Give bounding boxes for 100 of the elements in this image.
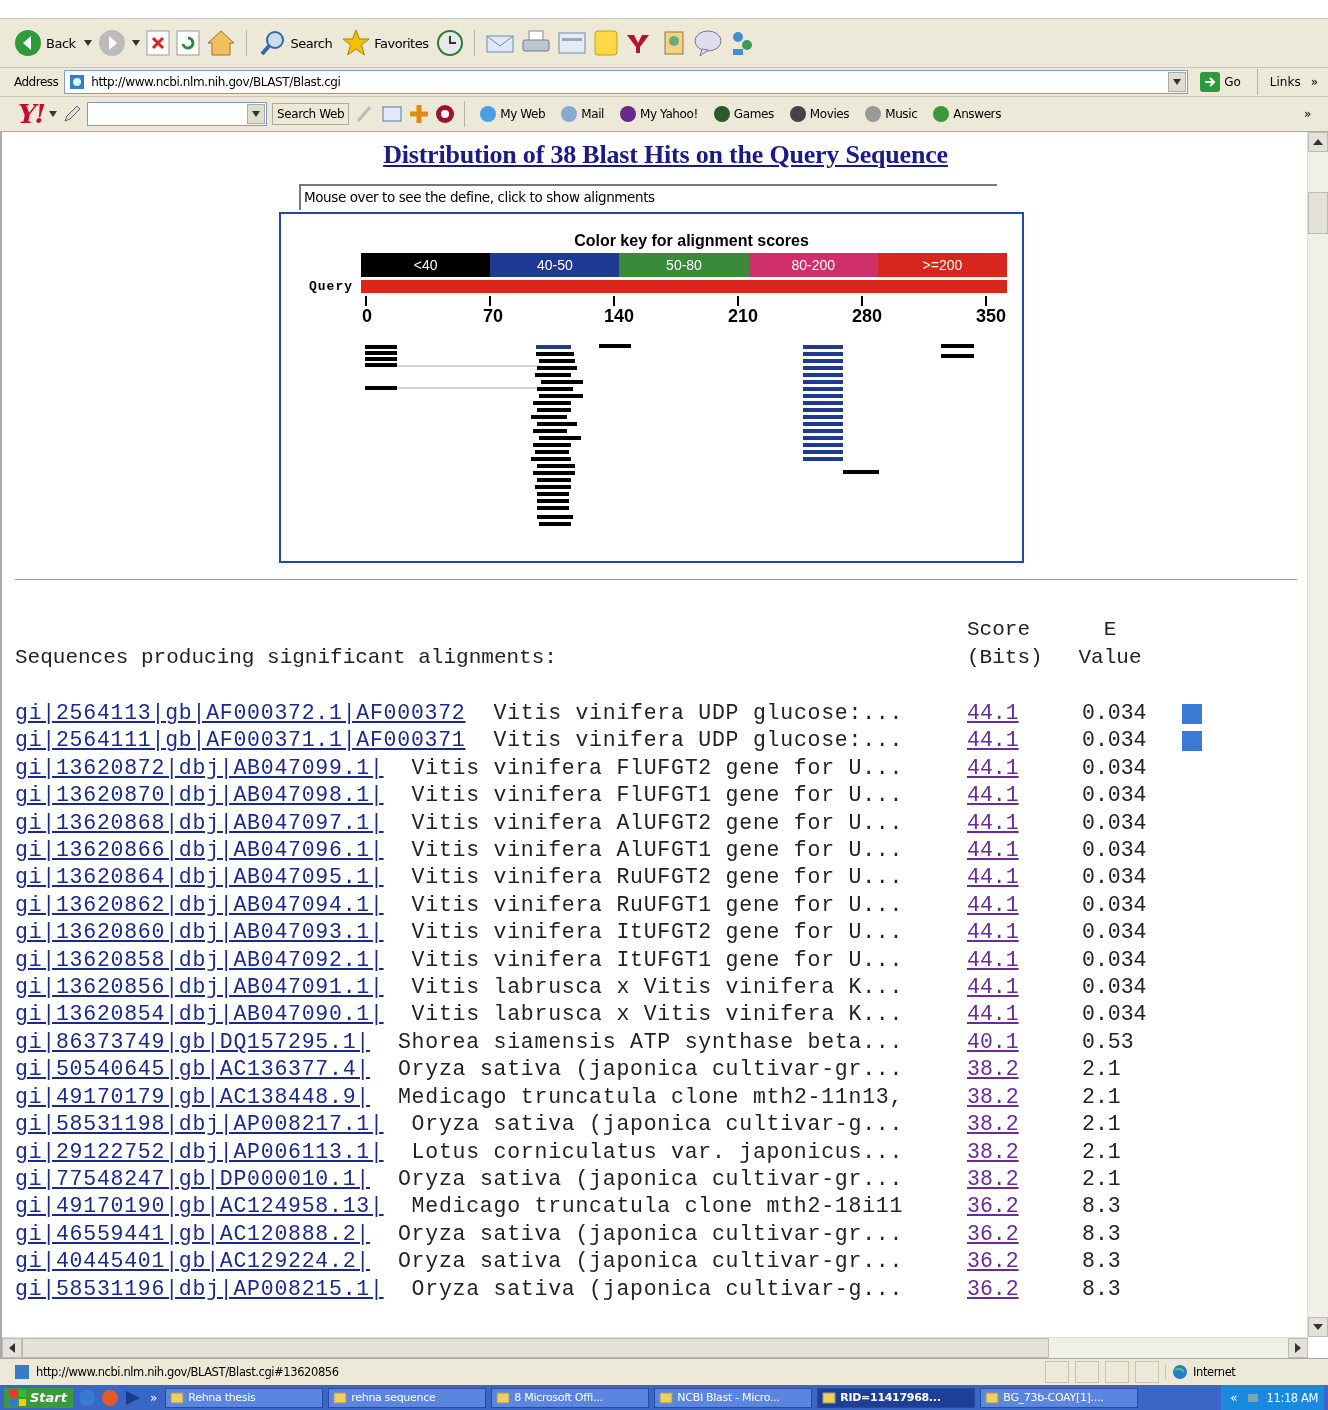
linkout-icon[interactable] xyxy=(1182,731,1202,752)
horizontal-scrollbar[interactable] xyxy=(2,1337,1308,1358)
sequence-id-link[interactable]: gi|13620870|dbj|AB047098.1| xyxy=(15,782,384,810)
favorites-button[interactable]: Favorites xyxy=(340,27,431,59)
vertical-scrollbar[interactable] xyxy=(1307,132,1328,1337)
tick-mark xyxy=(737,296,739,306)
sequence-id-link[interactable]: gi|50540645|gb|AC136377.4| xyxy=(15,1056,370,1084)
sequence-id-link[interactable]: gi|13620872|dbj|AB047099.1| xyxy=(15,754,384,783)
sequence-description: Vitis vinifera UDP glucose:... xyxy=(493,700,904,727)
sequence-id-link[interactable]: gi|58531198|dbj|AP008217.1| xyxy=(15,1111,384,1139)
score-link[interactable]: 44.1 xyxy=(967,700,1082,728)
sequence-id-link[interactable]: gi|13620860|dbj|AB047093.1| xyxy=(15,919,384,947)
sequence-id-link[interactable]: gi|13620858|dbj|AB047092.1| xyxy=(15,946,384,975)
score-link[interactable]: 44.1 xyxy=(967,919,1082,947)
score-link[interactable]: 44.1 xyxy=(967,837,1082,865)
score-link[interactable]: 44.1 xyxy=(967,891,1082,920)
search-field[interactable] xyxy=(87,102,267,126)
stop-icon[interactable] xyxy=(145,30,170,56)
tick-mark xyxy=(489,296,491,306)
sequence-id-link[interactable]: gi|49170179|gb|AC138448.9| xyxy=(15,1083,370,1112)
search-button[interactable]: Search xyxy=(256,27,335,59)
edit-icon[interactable] xyxy=(557,30,588,56)
back-button[interactable]: Back xyxy=(12,27,78,59)
sequence-id-link[interactable]: gi|13620862|dbj|AB047094.1| xyxy=(15,891,384,920)
axis-label: 350 xyxy=(976,306,1007,327)
window-icon[interactable] xyxy=(381,104,404,124)
taskbar-button[interactable]: RID=11417968... xyxy=(817,1387,976,1408)
yahoo-logo[interactable]: Y! xyxy=(18,99,44,129)
address-label: Address xyxy=(14,75,59,89)
sequence-id-link[interactable]: gi|49170190|gb|AC124958.13| xyxy=(15,1193,384,1221)
linkout-icon[interactable] xyxy=(1182,703,1202,724)
clock: 11:18 AM xyxy=(1266,1390,1318,1405)
score-link[interactable]: 38.2 xyxy=(967,1165,1082,1194)
score-link[interactable]: 44.1 xyxy=(967,1001,1082,1029)
player-icon[interactable] xyxy=(101,1388,119,1407)
score-link[interactable]: 38.2 xyxy=(967,1056,1082,1084)
sequence-description: Vitis labrusca x Vitis vinifera K... xyxy=(411,974,904,1002)
app-icon[interactable] xyxy=(124,1388,142,1407)
home-icon[interactable] xyxy=(205,29,236,57)
address-field[interactable]: http://www.ncbi.nlm.nih.gov/BLAST/Blast.cgi xyxy=(64,70,1189,94)
start-button[interactable]: Start xyxy=(4,1387,73,1408)
color-key-title: Color key for alignment scores xyxy=(573,232,810,250)
sequence-id-link[interactable]: gi|86373749|gb|DQ157295.1| xyxy=(15,1028,370,1057)
score-link[interactable]: 44.1 xyxy=(967,946,1082,975)
dropdown-arrow-icon[interactable] xyxy=(49,111,57,117)
score-link[interactable]: 44.1 xyxy=(967,864,1082,892)
sequence-id-link[interactable]: gi|2564113|gb|AF000372.1|AF000372 xyxy=(15,700,466,728)
window-icon xyxy=(496,1390,511,1405)
taskbar-button[interactable]: BG_73b-COAY[1].... xyxy=(980,1387,1139,1408)
pencil-icon[interactable] xyxy=(62,104,82,124)
e-value: 0.034 xyxy=(1082,809,1148,837)
dropdown-arrow-icon[interactable] xyxy=(83,40,92,46)
page-title-link[interactable]: Distribution of 38 Blast Hits on the Query Sequence xyxy=(383,140,948,169)
sequence-id-link[interactable]: gi|77548247|gb|DP000010.1| xyxy=(15,1165,370,1194)
sequence-id-link[interactable]: gi|58531196|dbj|AP008215.1| xyxy=(15,1275,384,1303)
sequence-id-link[interactable]: gi|13620868|dbj|AB047097.1| xyxy=(15,809,384,838)
taskbar-button[interactable]: 8 Microsoft Offi... xyxy=(491,1387,650,1408)
score-link[interactable]: 44.1 xyxy=(967,782,1082,810)
score-link[interactable]: 38.2 xyxy=(967,1083,1082,1112)
score-link[interactable]: 38.2 xyxy=(967,1138,1082,1166)
score-link[interactable]: 36.2 xyxy=(967,1193,1082,1221)
sequence-id-link[interactable]: gi|46559441|gb|AC120888.2| xyxy=(15,1220,370,1249)
sequence-id-link[interactable]: gi|13620856|dbj|AB047091.1| xyxy=(15,974,384,1002)
score-link[interactable]: 38.2 xyxy=(967,1111,1082,1139)
taskbar-button[interactable]: Rehna thesis xyxy=(165,1387,324,1408)
e-value: 0.034 xyxy=(1082,754,1148,782)
scroll-down-icon xyxy=(1313,1324,1323,1330)
score-link[interactable]: 44.1 xyxy=(967,809,1082,838)
taskbar-button[interactable]: NCBI Blast - Micro... xyxy=(654,1387,813,1408)
taskbar-button[interactable]: rehna sequence xyxy=(328,1387,487,1408)
scrollbar-thumb[interactable] xyxy=(22,1338,1049,1358)
sequence-id-link[interactable]: gi|2564111|gb|AF000371.1|AF000371 xyxy=(15,727,466,755)
forward-icon[interactable] xyxy=(97,29,126,57)
note-icon[interactable] xyxy=(593,29,620,57)
radio-icon[interactable] xyxy=(435,104,456,124)
history-icon[interactable] xyxy=(436,29,465,57)
speech-bubble-icon[interactable] xyxy=(693,29,724,57)
score-link[interactable]: 40.1 xyxy=(967,1028,1082,1057)
dropdown-arrow-icon[interactable] xyxy=(131,40,140,46)
sequence-id-link[interactable]: gi|29122752|dbj|AP006113.1| xyxy=(15,1138,384,1166)
go-button[interactable]: Go xyxy=(1194,71,1247,93)
sequence-description: Lotus corniculatus var. japonicus... xyxy=(411,1138,904,1166)
sequence-id-link[interactable]: gi|13620864|dbj|AB047095.1| xyxy=(15,864,384,892)
score-link[interactable]: 36.2 xyxy=(967,1248,1082,1276)
score-link[interactable]: 44.1 xyxy=(967,727,1082,755)
links-button[interactable]: Links xyxy=(1267,75,1303,89)
search-web-button[interactable]: Search Web xyxy=(272,103,350,125)
score-link[interactable]: 36.2 xyxy=(967,1275,1082,1303)
sequence-id-link[interactable]: gi|13620866|dbj|AB047096.1| xyxy=(15,837,384,865)
sequence-description: Oryza sativa (japonica cultivar-gr... xyxy=(397,1248,904,1276)
score-link[interactable]: 44.1 xyxy=(967,974,1082,1002)
scrollbar-thumb[interactable] xyxy=(1308,192,1328,234)
sequence-id-link[interactable]: gi|40445401|gb|AC129224.2| xyxy=(15,1248,370,1276)
more-button[interactable]: » xyxy=(1308,75,1320,89)
tray-expand-button[interactable]: « xyxy=(1227,1390,1241,1405)
score-link[interactable]: 44.1 xyxy=(967,754,1082,783)
more-button[interactable]: » xyxy=(147,1390,161,1405)
refresh-icon[interactable] xyxy=(175,30,200,56)
score-link[interactable]: 36.2 xyxy=(967,1220,1082,1249)
sequence-id-link[interactable]: gi|13620854|dbj|AB047090.1| xyxy=(15,1001,384,1029)
